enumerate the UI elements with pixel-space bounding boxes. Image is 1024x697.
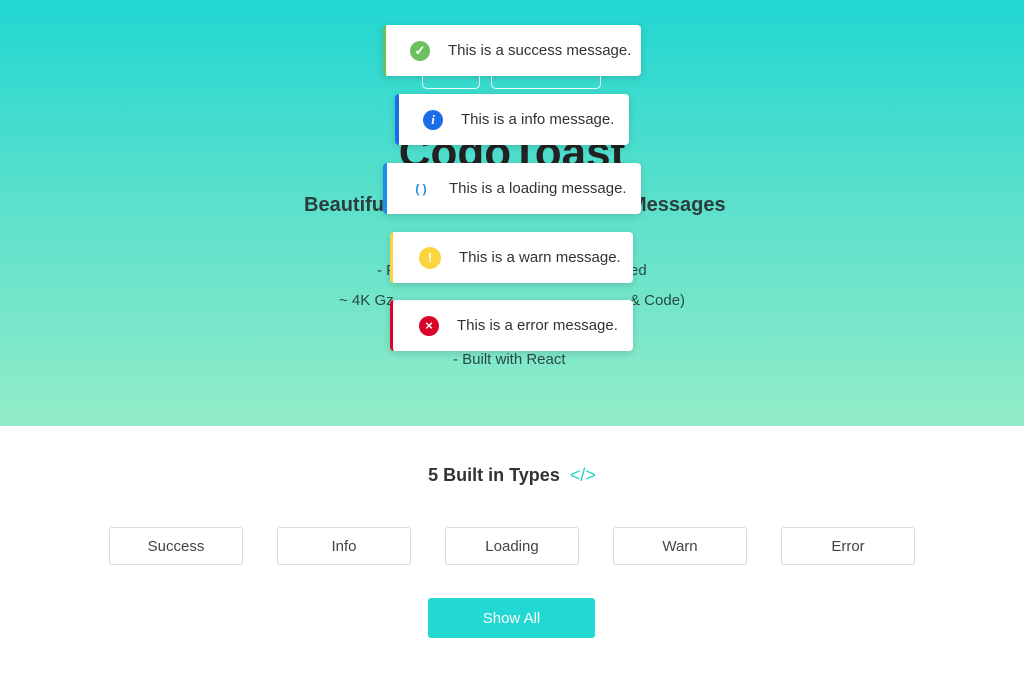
loading-button[interactable]: Loading (445, 527, 579, 565)
toast-success[interactable]: ✓ This is a success message. (383, 25, 641, 76)
toast-info[interactable]: i This is a info message. (395, 94, 629, 145)
info-button[interactable]: Info (277, 527, 411, 565)
check-circle-icon: ✓ (410, 40, 430, 61)
spinner-icon: ( ) (415, 181, 427, 196)
toast-message: This is a warn message. (459, 249, 621, 266)
feature-text: - Built with React (453, 351, 566, 368)
show-all-button[interactable]: Show All (428, 598, 595, 638)
section-title-text: 5 Built in Types (428, 465, 560, 485)
exclamation-circle-icon: ! (419, 246, 441, 269)
feature-text: & Code) (630, 292, 686, 309)
toast-message: This is a success message. (448, 42, 632, 59)
subtitle: Beautifu (304, 194, 384, 216)
toast-message: This is a loading message. (449, 180, 627, 197)
types-section-title: 5 Built in Types </> (0, 465, 1024, 486)
feature-text: ~ 4K Gz (339, 292, 394, 309)
toast-message: This is a error message. (457, 317, 618, 334)
toast-message: This is a info message. (461, 111, 615, 128)
info-circle-icon: i (423, 109, 443, 130)
x-circle-icon: × (419, 315, 439, 336)
toast-warn[interactable]: ! This is a warn message. (390, 232, 633, 283)
warn-button[interactable]: Warn (613, 527, 747, 565)
toast-loading[interactable]: ( ) This is a loading message. (383, 163, 641, 214)
success-button[interactable]: Success (109, 527, 243, 565)
code-icon[interactable]: </> (570, 465, 596, 485)
toast-error[interactable]: × This is a error message. (390, 300, 633, 351)
subtitle: Messages (630, 194, 726, 216)
error-button[interactable]: Error (781, 527, 915, 565)
